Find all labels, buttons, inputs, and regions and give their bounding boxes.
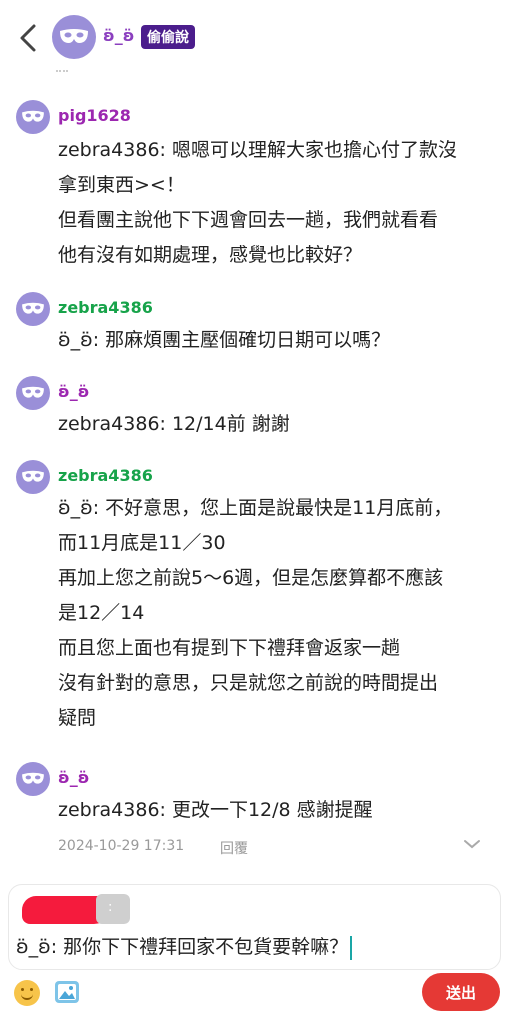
comment-line: zebra4386: 嗯嗯可以理解大家也擔心付了款沒: [58, 139, 457, 161]
mask-icon: [22, 110, 44, 122]
header: ʚ̈_ʚ̈ 偷偷說: [0, 0, 508, 80]
mask-icon: [22, 470, 44, 482]
avatar[interactable]: [16, 292, 50, 326]
mention-chip[interactable]: :: [96, 894, 130, 924]
image-icon[interactable]: [54, 980, 80, 1004]
comment-line: 拿到東西><！: [58, 174, 185, 196]
avatar[interactable]: [16, 376, 50, 410]
avatar[interactable]: [16, 100, 50, 134]
comment-body: zebra4386: 嗯嗯可以理解大家也擔心付了款沒 拿到東西><！ 但看團主說…: [58, 133, 457, 273]
comment-line: 疑問: [58, 707, 97, 729]
comment-author[interactable]: ʚ̈_ʚ̈: [58, 382, 89, 401]
emoji-icon[interactable]: [14, 980, 40, 1006]
avatar[interactable]: [16, 460, 50, 494]
comment-line: 而11月底是11／30: [58, 532, 226, 554]
back-arrow-icon[interactable]: [14, 20, 42, 56]
comment-body: zebra4386: 12/14前 謝謝: [58, 407, 290, 442]
reply-button[interactable]: 回覆: [220, 838, 248, 858]
comment-author[interactable]: zebra4386: [58, 298, 153, 317]
mention-chip-glyph: :: [108, 900, 113, 915]
comment-draft-text: ʚ̈_ʚ̈: 那你下下禮拜回家不包貨要幹嘛？: [16, 936, 349, 958]
comment-author[interactable]: pig1628: [58, 106, 131, 125]
comment-line: zebra4386: 12/14前 謝謝: [58, 413, 290, 435]
mask-icon: [60, 29, 88, 43]
mask-icon: [22, 386, 44, 398]
avatar[interactable]: [52, 15, 96, 59]
mask-icon: [22, 772, 44, 784]
comment-body: ʚ̈_ʚ̈: 那麻煩團主壓個確切日期可以嗎？: [58, 323, 390, 358]
comment-line: 沒有針對的意思，只是就您之前說的時間提出: [58, 672, 439, 694]
divider: [56, 70, 68, 74]
comment-line: 再加上您之前說5～6週，但是怎麼算都不應該: [58, 567, 444, 589]
comment-line: zebra4386: 更改一下12/8 感謝提醒: [58, 799, 373, 821]
comment-input[interactable]: ʚ̈_ʚ̈: 那你下下禮拜回家不包貨要幹嘛？: [16, 932, 353, 960]
anonymous-badge: 偷偷說: [141, 25, 195, 49]
comment-timestamp: 2024-10-29 17:31: [58, 838, 185, 854]
comment-line: 但看團主說他下下週會回去一趟，我們就看看: [58, 209, 439, 231]
comment-author[interactable]: ʚ̈_ʚ̈: [58, 768, 89, 787]
comment-line: 是12／14: [58, 602, 145, 624]
comment-line: ʚ̈_ʚ̈: 那麻煩團主壓個確切日期可以嗎？: [58, 329, 391, 351]
avatar[interactable]: [16, 762, 50, 796]
comment-body: zebra4386: 更改一下12/8 感謝提醒: [58, 793, 373, 828]
mask-icon: [22, 302, 44, 314]
chevron-down-icon[interactable]: [462, 838, 482, 850]
text-caret: [350, 935, 353, 960]
header-username[interactable]: ʚ̈_ʚ̈: [103, 26, 134, 45]
comment-author[interactable]: zebra4386: [58, 466, 153, 485]
send-button[interactable]: 送出: [422, 973, 500, 1011]
comment-line: 而且您上面也有提到下下禮拜會返家一趟: [58, 637, 401, 659]
comment-line: 他有沒有如期處理，感覺也比較好？: [58, 244, 363, 266]
comment-body: ʚ̈_ʚ̈: 不好意思，您上面是說最快是11月底前， 而11月底是11／30 再…: [58, 491, 452, 736]
comment-line: ʚ̈_ʚ̈: 不好意思，您上面是說最快是11月底前，: [58, 497, 453, 519]
